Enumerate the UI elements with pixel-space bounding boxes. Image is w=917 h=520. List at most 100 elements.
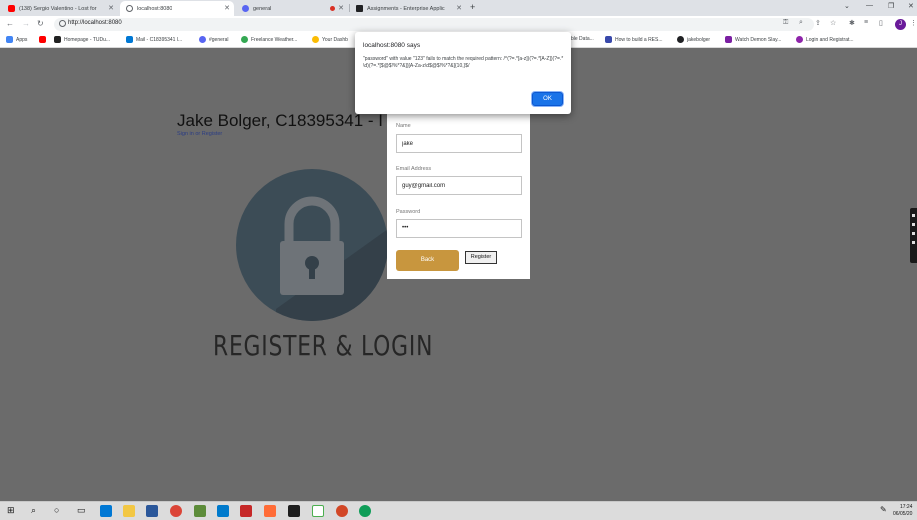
close-icon[interactable]: ✕ — [224, 4, 230, 12]
padlock-svg — [276, 196, 388, 321]
bookmark-homepage[interactable]: Homepage - TUDu... — [54, 36, 110, 43]
address-url[interactable]: http://localhost:8080 — [68, 20, 122, 26]
freelance-icon — [241, 36, 248, 43]
profile-avatar[interactable]: J — [895, 19, 906, 30]
password-field[interactable]: ••• — [396, 219, 522, 238]
apps-grid-icon — [6, 36, 13, 43]
tab-youtube[interactable]: (138) Sergio Valentino - Lost for ✕ — [2, 1, 118, 16]
tab-label: localhost:8080 — [137, 5, 173, 12]
windows-taskbar: ⊞ ⌕ ○ ▭ ✎ 17:24 06/05/20 — [0, 501, 917, 520]
reload-icon[interactable]: ↻ — [37, 19, 44, 28]
padlock-logo-icon — [236, 169, 388, 321]
bookmark-label: How to build a RES... — [615, 36, 663, 43]
youtube-icon — [39, 36, 46, 43]
widget-dot — [912, 241, 915, 244]
taskbar-clock[interactable]: 17:24 06/05/20 — [893, 504, 912, 518]
maximize-icon[interactable]: ❐ — [888, 2, 894, 10]
page-content: Jake Bolger, C18395341 - I Sign in or Re… — [0, 48, 917, 501]
bookmark-label: Mail - C18395341 l... — [136, 36, 183, 43]
bookmark-freelance[interactable]: Freelance Weather... — [241, 36, 297, 43]
reading-list-icon[interactable]: ≡ — [864, 19, 868, 26]
close-icon[interactable]: ✕ — [338, 4, 344, 12]
site-info-icon[interactable] — [59, 20, 66, 27]
browser-tab-strip: (138) Sergio Valentino - Lost for ✕ loca… — [0, 0, 917, 16]
tab-search-icon[interactable]: ⌄ — [844, 2, 850, 10]
tab-assignments[interactable]: Assignments - Enterprise Applic ✕ — [350, 1, 466, 16]
forward-arrow-icon[interactable]: → — [22, 19, 30, 28]
terminal-icon[interactable] — [288, 505, 300, 517]
browser-toolbar: ← → ↻ http://localhost:8080 ⚿ ⌕ ⇪ ☆ ✱ ≡ … — [0, 16, 917, 33]
bookmark-login-register[interactable]: Login and Registrat... — [796, 36, 854, 43]
site-icon — [356, 5, 363, 12]
word-icon[interactable] — [146, 505, 158, 517]
tab-general[interactable]: general ✕ — [236, 1, 348, 16]
bookmark-label: Your Dashb — [322, 36, 348, 43]
globe-icon — [126, 5, 133, 12]
bookmark-table-data[interactable]: ble Data... — [571, 36, 594, 42]
discord-icon — [242, 5, 249, 12]
zoom-icon[interactable]: ⌕ — [799, 19, 803, 27]
bookmark-demon-slayer[interactable]: Watch Demon Slay... — [725, 36, 781, 43]
bookmark-mail[interactable]: Mail - C18395341 l... — [126, 36, 182, 43]
windows-start-icon[interactable]: ⊞ — [7, 505, 15, 516]
edge-icon[interactable] — [359, 505, 371, 517]
ok-button[interactable]: OK — [532, 92, 563, 106]
star-icon[interactable]: ☆ — [830, 19, 836, 27]
discord-icon — [199, 36, 206, 43]
search-icon[interactable]: ⌕ — [31, 505, 36, 516]
bookmark-general[interactable]: #general — [199, 36, 228, 43]
powerpoint-icon[interactable] — [336, 505, 348, 517]
close-icon[interactable]: ✕ — [108, 4, 114, 12]
tudublin-icon — [54, 36, 61, 43]
bookmark-dashboard[interactable]: Your Dashb — [312, 36, 348, 43]
password-label: Password — [396, 209, 421, 215]
minecraft-icon[interactable] — [194, 505, 206, 517]
close-icon[interactable]: ✕ — [456, 4, 462, 12]
bookmark-label: jakebolger — [687, 36, 711, 43]
sign-in-register-link[interactable]: Sign in or Register — [177, 131, 222, 137]
back-button[interactable]: Back — [396, 250, 459, 271]
github-icon — [677, 36, 684, 43]
bookmark-label: #general — [209, 36, 229, 43]
pen-icon[interactable]: ✎ — [880, 505, 887, 514]
new-tab-icon[interactable]: + — [470, 2, 475, 12]
share-icon[interactable]: ⇪ — [815, 19, 821, 27]
vscode-icon[interactable] — [217, 505, 229, 517]
clock-date: 06/05/20 — [893, 511, 913, 517]
bookmark-rest[interactable]: How to build a RES... — [605, 36, 663, 43]
side-widget-tab[interactable] — [910, 208, 917, 263]
task-view-icon[interactable]: ▭ — [77, 505, 86, 516]
menu-kebab-icon[interactable]: ⋮ — [910, 19, 917, 27]
name-field[interactable] — [396, 134, 522, 153]
key-icon[interactable]: ⚿ — [783, 19, 788, 27]
mail-icon[interactable] — [100, 505, 112, 517]
side-panel-icon[interactable]: ▯ — [879, 19, 883, 27]
rest-icon — [605, 36, 612, 43]
app-red-icon[interactable] — [240, 505, 252, 517]
bookmark-github[interactable]: jakebolger — [677, 36, 710, 43]
bookmark-apps[interactable]: Apps — [6, 36, 27, 43]
extensions-icon[interactable]: ✱ — [849, 19, 855, 27]
widget-dot — [912, 232, 915, 235]
postman-icon[interactable] — [264, 505, 276, 517]
back-arrow-icon[interactable]: ← — [6, 19, 14, 28]
chrome-icon[interactable] — [170, 505, 182, 517]
greenshot-icon[interactable] — [312, 505, 324, 517]
widget-dot — [912, 214, 915, 217]
bookmark-youtube[interactable] — [39, 36, 49, 43]
close-window-icon[interactable]: ✕ — [908, 2, 914, 10]
email-field[interactable] — [396, 176, 522, 195]
recording-dot-icon — [330, 6, 335, 11]
youtube-icon — [8, 5, 15, 12]
tab-localhost[interactable]: localhost:8080 ✕ — [120, 1, 234, 16]
bookmark-label: Login and Registrat... — [806, 36, 854, 43]
bookmark-label: Apps — [16, 36, 28, 43]
outlook-icon — [126, 36, 133, 43]
cortana-icon[interactable]: ○ — [54, 505, 59, 515]
address-bar[interactable]: http://localhost:8080 — [54, 18, 814, 31]
file-explorer-icon[interactable] — [123, 505, 135, 517]
minimize-icon[interactable]: — — [866, 2, 873, 9]
dialog-message: "password" with value "123" fails to mat… — [363, 56, 564, 69]
clock-time: 17:24 — [899, 504, 913, 510]
register-button[interactable]: Register — [465, 251, 497, 264]
